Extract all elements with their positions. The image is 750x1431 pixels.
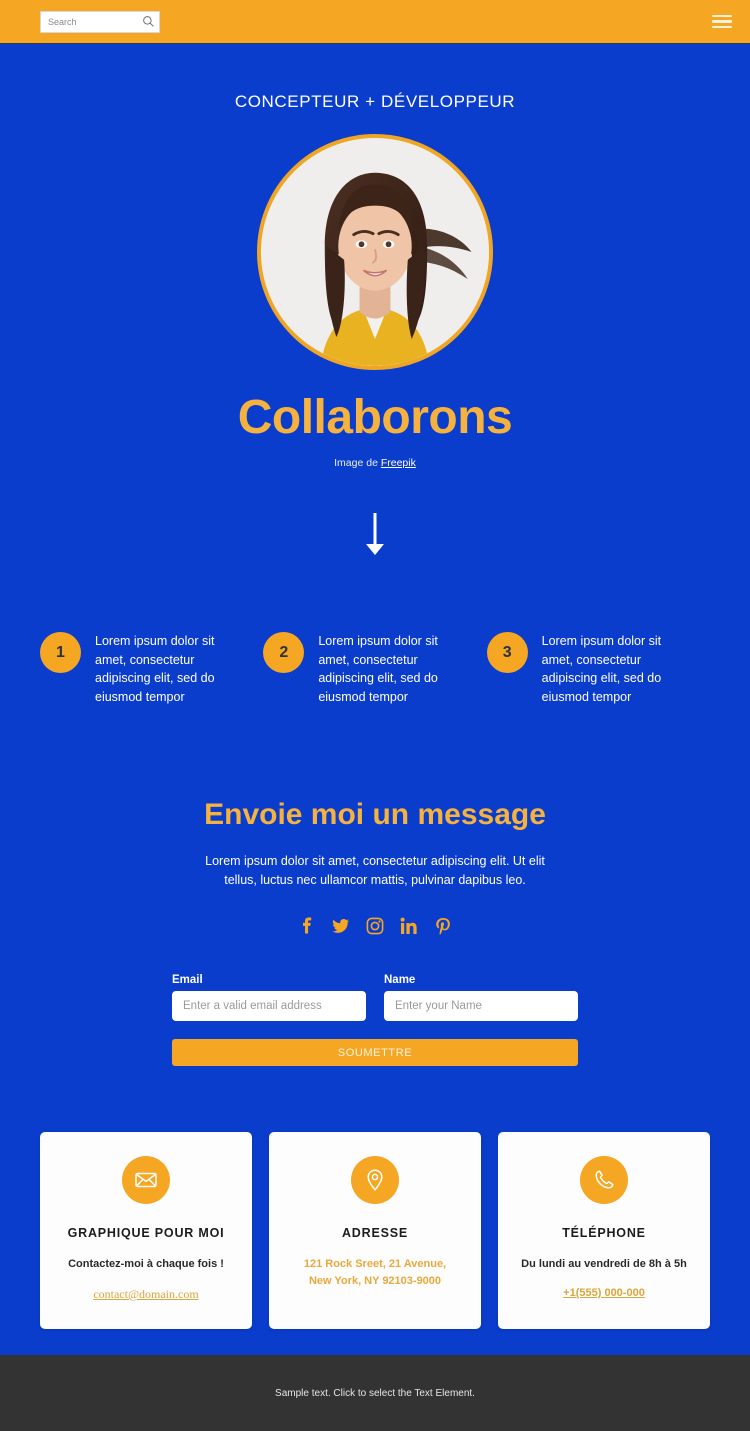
- card-title: ADRESSE: [341, 1226, 409, 1240]
- search-input[interactable]: [40, 10, 160, 33]
- linkedin-icon[interactable]: [399, 916, 419, 936]
- message-section: Envoie moi un message Lorem ipsum dolor …: [0, 798, 750, 936]
- card-subtitle: Du lundi au vendredi de 8h à 5h: [521, 1258, 687, 1270]
- name-field-group: Name: [384, 974, 578, 1021]
- page-title: Collaborons: [237, 391, 513, 444]
- hamburger-bar: [712, 20, 732, 23]
- map-pin-icon: [351, 1156, 399, 1204]
- phone-link[interactable]: +1(555) 000-000: [563, 1287, 645, 1299]
- instagram-icon[interactable]: [365, 916, 385, 936]
- email-label: Email: [172, 974, 203, 986]
- step-item: 3 Lorem ipsum dolor sit amet, consectetu…: [486, 632, 710, 706]
- card-subtitle: 121 Rock Sreet, 21 Avenue, New York, NY …: [283, 1256, 467, 1290]
- hamburger-bar: [712, 14, 732, 18]
- image-credit: Image de Freepik: [0, 457, 750, 469]
- form-row: Email Name: [172, 974, 578, 1021]
- step-item: 2 Lorem ipsum dolor sit amet, consectetu…: [263, 632, 486, 706]
- contact-form: Email Name SOUMETTRE: [172, 974, 578, 1066]
- search-box[interactable]: [40, 10, 160, 33]
- card-title: TÉLÉPHONE: [562, 1226, 646, 1240]
- hero-section: CONCEPTEUR + DÉVELOPPEUR Collaborons Ima…: [0, 44, 750, 562]
- contact-card-address: ADRESSE 121 Rock Sreet, 21 Avenue, New Y…: [269, 1132, 481, 1329]
- submit-button[interactable]: SOUMETTRE: [172, 1039, 578, 1066]
- pinterest-icon[interactable]: [433, 916, 453, 936]
- contact-card-phone: TÉLÉPHONE Du lundi au vendredi de 8h à 5…: [498, 1132, 710, 1329]
- name-field[interactable]: [384, 991, 578, 1021]
- message-subtitle: Lorem ipsum dolor sit amet, consectetur …: [205, 854, 545, 887]
- name-label: Name: [384, 974, 416, 986]
- email-field[interactable]: [172, 991, 366, 1021]
- contact-card-email: GRAPHIQUE POUR MOI Contactez-moi à chaqu…: [40, 1132, 252, 1329]
- arrow-down-icon[interactable]: [362, 511, 388, 557]
- address-line-1: 121 Rock Sreet, 21 Avenue,: [303, 1258, 447, 1270]
- card-title: GRAPHIQUE POUR MOI: [67, 1226, 225, 1240]
- card-subtitle: Contactez-moi à chaque fois !: [68, 1258, 224, 1270]
- hero-eyebrow: CONCEPTEUR + DÉVELOPPEUR: [234, 92, 516, 111]
- step-number-badge: 1: [40, 632, 81, 673]
- step-number-badge: 2: [263, 632, 305, 673]
- freepik-link[interactable]: Freepik: [381, 457, 416, 469]
- step-text: Lorem ipsum dolor sit amet, consectetur …: [318, 634, 438, 704]
- step-item: 1 Lorem ipsum dolor sit amet, consectetu…: [40, 632, 263, 706]
- phone-icon: [580, 1156, 628, 1204]
- steps-section: 1 Lorem ipsum dolor sit amet, consectetu…: [0, 632, 750, 706]
- portrait-photo-icon: [261, 138, 489, 366]
- contact-cards: GRAPHIQUE POUR MOI Contactez-moi à chaqu…: [0, 1132, 750, 1329]
- twitter-icon[interactable]: [331, 916, 351, 936]
- top-bar: [0, 0, 750, 44]
- facebook-icon[interactable]: [297, 916, 317, 936]
- email-field-group: Email: [172, 974, 366, 1021]
- message-title: Envoie moi un message: [204, 798, 546, 831]
- hamburger-bar: [712, 25, 732, 29]
- hamburger-menu-icon[interactable]: [712, 11, 732, 33]
- email-link[interactable]: contact@domain.com: [93, 1287, 198, 1302]
- social-links: [0, 916, 750, 936]
- envelope-icon: [122, 1156, 170, 1204]
- page-root: CONCEPTEUR + DÉVELOPPEUR: [0, 0, 750, 1431]
- step-number-badge: 3: [486, 632, 528, 673]
- step-text: Lorem ipsum dolor sit amet, consectetur …: [541, 634, 662, 704]
- address-line-2: New York, NY 92103-9000: [308, 1275, 442, 1287]
- step-text: Lorem ipsum dolor sit amet, consectetur …: [95, 634, 215, 704]
- footer: Sample text. Click to select the Text El…: [0, 1355, 750, 1431]
- footer-text[interactable]: Sample text. Click to select the Text El…: [275, 1388, 475, 1399]
- avatar: [257, 134, 493, 370]
- image-credit-prefix: Image de: [334, 457, 381, 469]
